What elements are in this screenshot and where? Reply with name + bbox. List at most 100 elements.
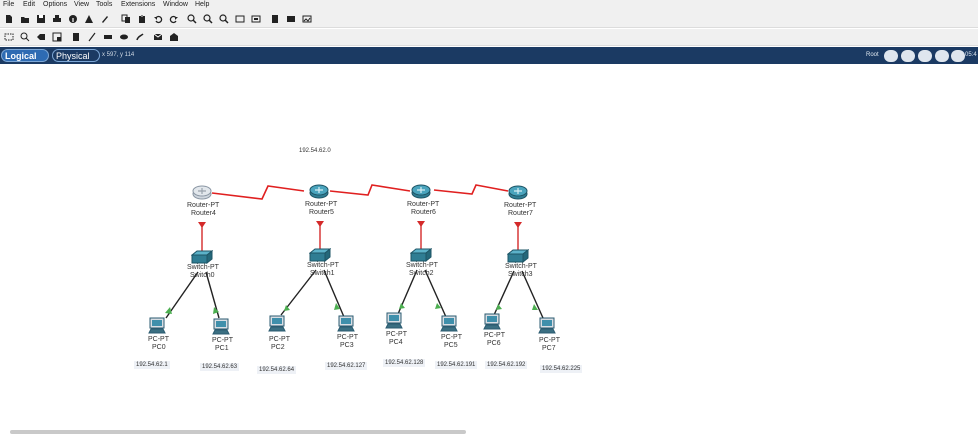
switch-icon <box>308 247 332 263</box>
resize-icon[interactable] <box>52 32 62 42</box>
ip-note-pc6: 192.54.62.192 <box>485 361 528 369</box>
switch-switch0-name: Switch0 <box>190 272 215 279</box>
router-icon <box>411 184 431 199</box>
pc-pc2[interactable] <box>268 315 286 338</box>
network-wizard-icon[interactable] <box>84 14 94 24</box>
add-complex-pdu-icon[interactable] <box>169 32 179 42</box>
info-icon[interactable] <box>68 14 78 24</box>
pen-icon[interactable] <box>100 14 110 24</box>
menu-extensions[interactable]: Extensions <box>121 1 155 8</box>
ip-note-pc4: 192.54.62.128 <box>383 359 426 367</box>
screenshot-icon[interactable] <box>302 14 312 24</box>
menu-view[interactable]: View <box>74 1 89 8</box>
main-toolbar <box>0 11 978 28</box>
ip-note-pc7: 192.54.62.225 <box>540 365 583 373</box>
menu-options[interactable]: Options <box>43 1 67 8</box>
pc-pc6-type: PC-PT <box>484 332 505 339</box>
save-icon[interactable] <box>36 14 46 24</box>
router-icon <box>309 184 329 199</box>
serial-links <box>211 184 509 200</box>
open-icon[interactable] <box>20 14 30 24</box>
pc-pc7-type: PC-PT <box>539 337 560 344</box>
pc-pc1-name: PC1 <box>215 345 229 352</box>
pc-pc6-name: PC6 <box>487 340 501 347</box>
note-icon[interactable] <box>71 32 81 42</box>
copy-icon[interactable] <box>121 14 131 24</box>
menu-tools[interactable]: Tools <box>96 1 112 8</box>
zoom-out-icon[interactable] <box>219 14 229 24</box>
delete-icon[interactable] <box>36 32 46 42</box>
list-icon[interactable] <box>270 14 280 24</box>
pc-icon <box>212 318 230 335</box>
router-router7-name: Router7 <box>508 210 533 217</box>
menu-window[interactable]: Window <box>163 1 188 8</box>
set-background-icon[interactable] <box>935 50 949 62</box>
new-icon[interactable] <box>4 14 14 24</box>
pc-pc0-type: PC-PT <box>148 336 169 343</box>
router-router6-type: Router-PT <box>407 201 440 208</box>
router-router5-name: Router5 <box>309 209 334 216</box>
move-object-icon[interactable] <box>918 50 932 62</box>
switch-icon <box>190 249 214 265</box>
network-address-label: 192.54.62.0 <box>299 148 331 154</box>
switch-switch0-type: Switch-PT <box>187 264 219 271</box>
switch-switch3-name: Switch3 <box>508 271 533 278</box>
ip-note-pc0: 192.54.62.1 <box>134 361 170 369</box>
router-icon <box>508 185 528 200</box>
root-label[interactable]: Root <box>866 52 879 58</box>
logical-workspace[interactable]: 192.54.62.0 Router-PT Router4 Router-PT … <box>0 64 978 437</box>
drawing-palette-icon[interactable] <box>235 14 245 24</box>
pc-pc3-name: PC3 <box>340 342 354 349</box>
undo-icon[interactable] <box>153 14 163 24</box>
switch-icon <box>409 247 433 263</box>
pc-pc1-type: PC-PT <box>212 337 233 344</box>
custom-device-icon[interactable] <box>251 14 261 24</box>
paste-icon[interactable] <box>137 14 147 24</box>
menu-bar: File Edit Options View Tools Extensions … <box>0 0 978 11</box>
pc-icon <box>538 317 556 334</box>
pdu-icon[interactable] <box>286 14 296 24</box>
ip-note-pc3: 192.54.62.127 <box>325 362 368 370</box>
pc-icon <box>148 317 166 334</box>
menu-help[interactable]: Help <box>195 1 209 8</box>
pc-pc2-type: PC-PT <box>269 336 290 343</box>
pc-pc3-type: PC-PT <box>337 334 358 341</box>
switch-switch2-name: Switch2 <box>409 270 434 277</box>
back-icon[interactable] <box>884 50 898 62</box>
ellipse-icon[interactable] <box>119 32 129 42</box>
menu-file[interactable]: File <box>3 1 14 8</box>
switch-switch1-name: Switch1 <box>310 270 335 277</box>
print-icon[interactable] <box>52 14 62 24</box>
select-icon[interactable] <box>4 32 14 42</box>
add-simple-pdu-icon[interactable] <box>153 32 163 42</box>
menu-edit[interactable]: Edit <box>23 1 35 8</box>
line-icon[interactable] <box>87 32 97 42</box>
freeform-icon[interactable] <box>135 32 145 42</box>
down-link-arrows <box>198 221 522 228</box>
pc-icon <box>268 315 286 332</box>
tab-physical-label: Physical <box>56 51 90 61</box>
router-router4-name: Router4 <box>191 210 216 217</box>
ip-note-pc5: 192.54.62.191 <box>435 361 478 369</box>
pc-icon <box>385 312 403 329</box>
redo-icon[interactable] <box>169 14 179 24</box>
tab-physical[interactable]: Physical <box>52 49 100 62</box>
router-router4-type: Router-PT <box>187 202 220 209</box>
zoom-reset-icon[interactable] <box>203 14 213 24</box>
inspect-icon[interactable] <box>20 32 30 42</box>
workspace-bar: Logical Physical x 597, y 114 Root 05:4 <box>0 47 978 64</box>
rectangle-icon[interactable] <box>103 32 113 42</box>
zoom-in-icon[interactable] <box>187 14 197 24</box>
switch-icon <box>506 248 530 264</box>
switch-pc-links <box>165 269 544 319</box>
pc-pc4-type: PC-PT <box>386 331 407 338</box>
cursor-coordinates: x 597, y 114 <box>102 52 135 58</box>
tab-logical[interactable]: Logical <box>1 49 49 62</box>
viewport-icon[interactable] <box>951 50 965 62</box>
edit-toolbar <box>0 29 978 46</box>
topology-links <box>165 184 544 319</box>
switch-switch2-type: Switch-PT <box>406 262 438 269</box>
pc-icon <box>440 315 458 332</box>
cluster-icon[interactable] <box>901 50 915 62</box>
horizontal-scrollbar[interactable] <box>10 430 466 434</box>
